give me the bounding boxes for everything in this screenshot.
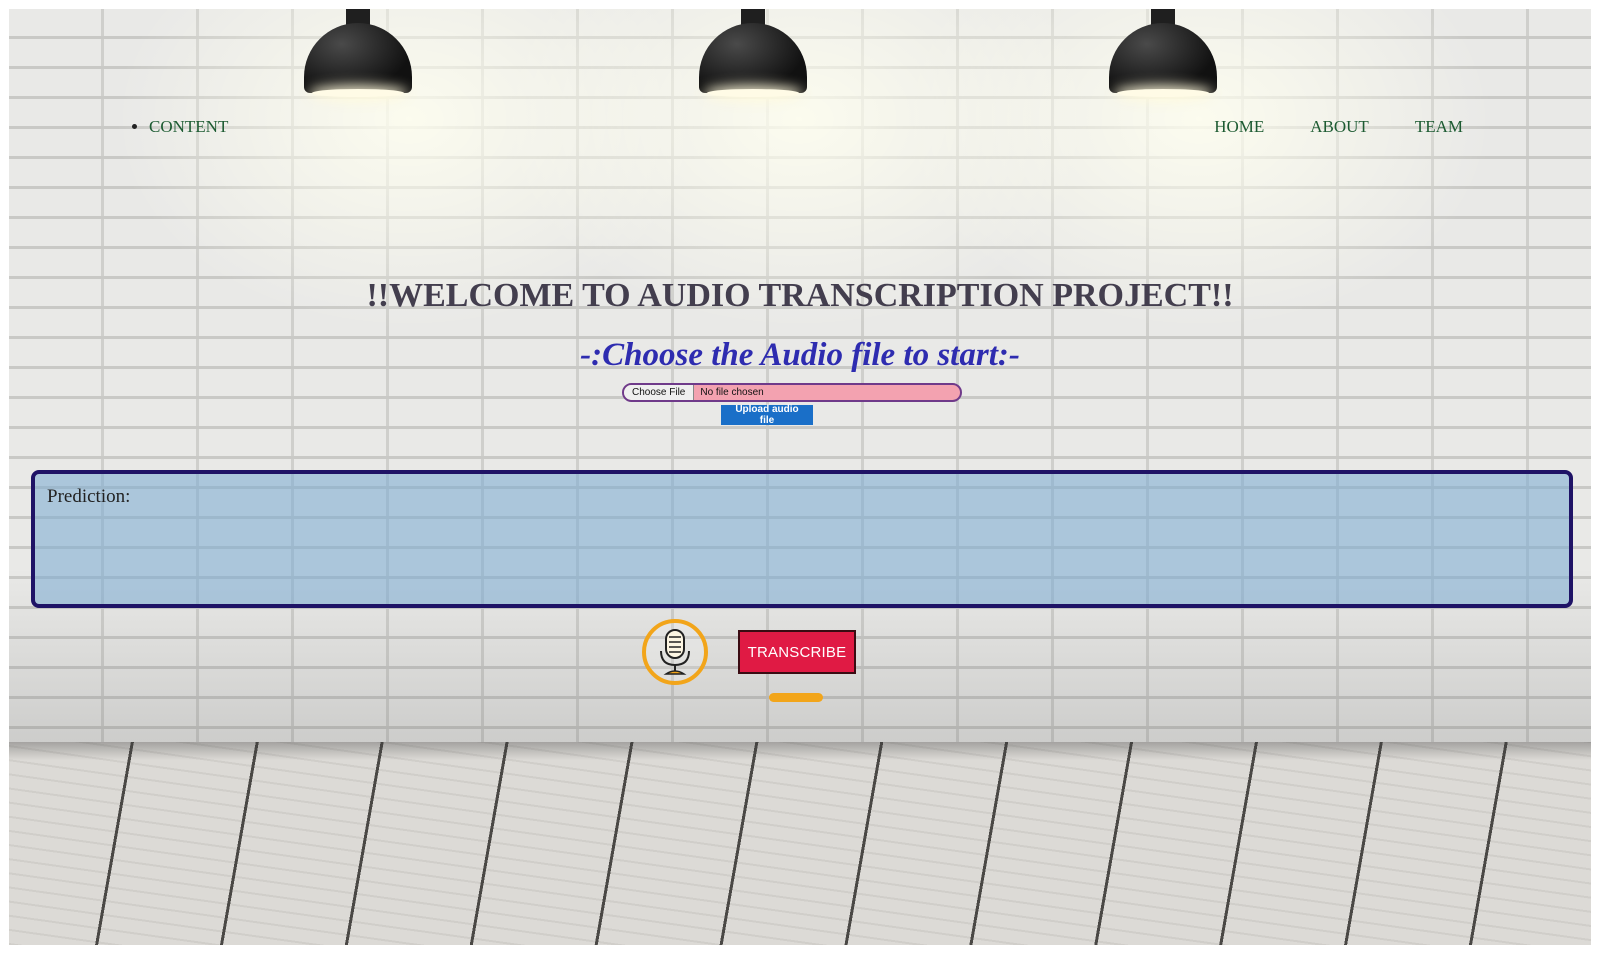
nav-link-team[interactable]: TEAM [1415, 117, 1463, 137]
page-subtitle: -:Choose the Audio file to start:- [580, 337, 1020, 373]
nav-link-about[interactable]: ABOUT [1310, 117, 1369, 137]
lamp-light [1117, 89, 1209, 97]
prediction-label: Prediction: [47, 486, 131, 507]
lamp-shade [304, 23, 412, 93]
ceiling-lamp-right [1109, 9, 1217, 99]
nav-item-content: CONTENT [149, 117, 228, 137]
transcribe-button[interactable]: TRANSCRIBE [738, 630, 856, 674]
audio-file-input[interactable]: Choose File No file chosen [622, 383, 962, 402]
prediction-box: Prediction: [31, 470, 1573, 608]
ceiling-lamp-center [699, 9, 807, 99]
lamp-shade [699, 23, 807, 93]
upload-audio-button[interactable]: Upload audio file [721, 404, 813, 426]
page-title: !!WELCOME TO AUDIO TRANSCRIPTION PROJECT… [366, 277, 1234, 314]
nav-link-content[interactable]: CONTENT [149, 117, 228, 136]
lamp-light [707, 89, 799, 97]
microphone-icon [660, 629, 690, 675]
file-status-text: No file chosen [700, 387, 764, 398]
nav-link-home[interactable]: HOME [1214, 117, 1264, 137]
nav-left: CONTENT [125, 117, 228, 137]
lamp-light [312, 89, 404, 97]
wooden-floor [9, 742, 1591, 945]
microphone-button[interactable] [642, 619, 708, 685]
lamp-shade [1109, 23, 1217, 93]
page-background: CONTENT HOME ABOUT TEAM !!WELCOME TO AUD… [9, 9, 1591, 945]
nav-right: HOME ABOUT TEAM [1214, 117, 1463, 137]
ceiling-lamp-left [304, 9, 412, 99]
recording-indicator [769, 693, 823, 702]
choose-file-button[interactable]: Choose File [624, 385, 695, 400]
